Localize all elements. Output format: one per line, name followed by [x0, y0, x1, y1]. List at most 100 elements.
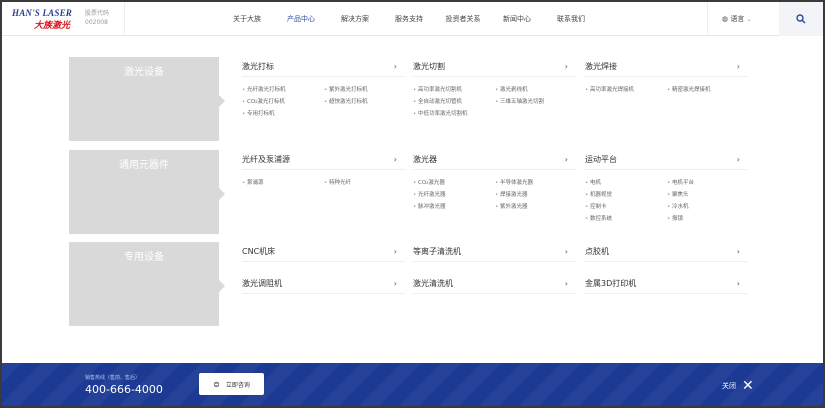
nav-item[interactable]: 解决方案 [328, 2, 382, 36]
product-link[interactable]: 特种光纤 [324, 179, 406, 188]
nav-item[interactable]: 服务支持 [382, 2, 436, 36]
nav-item[interactable]: 联系我们 [544, 2, 598, 36]
product-column: 激光器 › CO₂激光器半导体激光器光纤激光器焊接激光器脉冲激光器紫外激光器 [413, 150, 576, 212]
product-column: 金属3D打印机 › [585, 274, 748, 294]
product-link[interactable]: 光纤激光打标机 [242, 86, 324, 95]
nav-item[interactable]: 投资者关系 [436, 2, 490, 36]
product-link[interactable]: 电机平台 [667, 179, 749, 188]
product-link[interactable]: CO₂激光打标机 [242, 98, 324, 107]
category-row: 专用设备 CNC机床 › 等离子清洗机 › 点胶机 › 激光调阻机 › 激光清洗机 › 金属3D打印机… [69, 242, 749, 326]
product-link[interactable]: 焊接激光器 [495, 191, 577, 200]
column-header[interactable]: 点胶机 › [585, 242, 748, 262]
product-column: 点胶机 › [585, 242, 748, 271]
pointer-arrow [219, 188, 225, 200]
product-column: 激光清洗机 › [413, 274, 576, 294]
product-link[interactable]: 冷水机 [667, 203, 749, 212]
chat-icon: ⊜ [213, 379, 220, 389]
product-link[interactable]: 高功率激光焊接机 [585, 86, 667, 95]
divider [124, 2, 125, 36]
product-column: 运动平台 › 电机电机平台机器视觉聚焦头控制卡冷水机数控系统振镜 [585, 150, 748, 224]
product-link[interactable]: 振镜 [667, 215, 749, 224]
column-title: CNC机床 [242, 247, 276, 256]
main-nav: 关于大族 产品中心 解决方案 服务支持 投资者关系 新闻中心 联系我们 [220, 2, 598, 36]
product-link[interactable]: 电机 [585, 179, 667, 188]
product-link[interactable]: 激光剥线机 [495, 86, 577, 95]
product-link[interactable]: CO₂激光器 [413, 179, 495, 188]
column-title: 激光打标 [242, 62, 274, 71]
product-link[interactable]: 紫外激光打标机 [324, 86, 406, 95]
chevron-right-icon: › [564, 279, 568, 288]
column-header[interactable]: 激光器 › [413, 150, 576, 170]
product-link[interactable]: 半导体激光器 [495, 179, 577, 188]
product-link[interactable]: 光纤激光器 [413, 191, 495, 200]
consult-button[interactable]: ⊜ 立即咨询 [199, 373, 264, 395]
language-selector[interactable]: ◍ 语言 ⌄ [707, 2, 779, 36]
category-title: 专用设备 [124, 252, 164, 263]
product-link[interactable]: 紫外激光器 [495, 203, 577, 212]
close-button[interactable]: 关闭 ✕ [722, 378, 754, 394]
column-title: 激光清洗机 [413, 279, 453, 288]
chevron-right-icon: › [393, 279, 397, 288]
column-header[interactable]: 激光清洗机 › [413, 274, 576, 294]
column-title: 激光器 [413, 155, 437, 164]
chevron-right-icon: › [393, 247, 397, 256]
pointer-arrow [219, 95, 225, 107]
stock-info: 股票代码 002008 [85, 9, 109, 27]
product-link[interactable]: 数控系统 [585, 215, 667, 224]
category-image[interactable]: 激光设备 [69, 57, 225, 141]
category-image[interactable]: 通用元器件 [69, 150, 225, 234]
column-header[interactable]: 激光调阻机 › [242, 274, 405, 294]
product-column: 激光打标 › 光纤激光打标机紫外激光打标机CO₂激光打标机超快激光打标机专用打标机 [242, 57, 405, 119]
product-link[interactable]: 中低功率激光切割机 [413, 110, 495, 119]
product-link[interactable]: 机器视觉 [585, 191, 667, 200]
nav-item[interactable]: 关于大族 [220, 2, 274, 36]
product-column: 激光调阻机 › [242, 274, 405, 294]
product-link[interactable]: 泵浦源 [242, 179, 324, 188]
column-title: 等离子清洗机 [413, 247, 461, 256]
product-link[interactable]: 控制卡 [585, 203, 667, 212]
logo[interactable]: HAN'S LASER 大族激光 [12, 8, 82, 31]
product-link[interactable]: 脉冲激光器 [413, 203, 495, 212]
footer-bar: 销售热线（售前、售后） 400-666-4000 ⊜ 立即咨询 关闭 ✕ [2, 363, 823, 406]
nav-item[interactable]: 产品中心 [274, 2, 328, 36]
column-title: 激光切割 [413, 62, 445, 71]
column-header[interactable]: 激光焊接 › [585, 57, 748, 77]
chevron-right-icon: › [736, 62, 740, 71]
chevron-right-icon: › [564, 62, 568, 71]
product-link[interactable]: 三维五轴激光切割 [495, 98, 577, 107]
category-title: 激光设备 [124, 67, 164, 78]
product-link[interactable]: 超快激光打标机 [324, 98, 406, 107]
category-row: 激光设备 激光打标 › 光纤激光打标机紫外激光打标机CO₂激光打标机超快激光打标机专用… [69, 57, 749, 141]
column-header[interactable]: 运动平台 › [585, 150, 748, 170]
column-title: 运动平台 [585, 155, 617, 164]
product-link[interactable]: 精密激光焊接机 [667, 86, 749, 95]
column-header[interactable]: 等离子清洗机 › [413, 242, 576, 262]
column-title: 光纤及泵浦源 [242, 155, 290, 164]
product-column: 激光焊接 › 高功率激光焊接机精密激光焊接机 [585, 57, 748, 95]
product-column: 光纤及泵浦源 › 泵浦源特种光纤 [242, 150, 405, 188]
product-link[interactable]: 专用打标机 [242, 110, 324, 119]
product-link[interactable]: 全自动激光切管机 [413, 98, 495, 107]
close-icon: ✕ [742, 378, 754, 394]
nav-item[interactable]: 新闻中心 [490, 2, 544, 36]
product-column: 激光切割 › 高功率激光切割机激光剥线机全自动激光切管机三维五轴激光切割中低功率激光… [413, 57, 576, 119]
search-icon [796, 14, 806, 24]
product-link[interactable]: 高功率激光切割机 [413, 86, 495, 95]
chevron-right-icon: › [564, 247, 568, 256]
column-title: 金属3D打印机 [585, 279, 637, 288]
header: HAN'S LASER 大族激光 股票代码 002008 关于大族 产品中心 解决方… [2, 2, 823, 36]
column-header[interactable]: 金属3D打印机 › [585, 274, 748, 294]
logo-en: HAN'S LASER [12, 8, 72, 18]
product-column: 等离子清洗机 › [413, 242, 576, 271]
column-header[interactable]: 激光打标 › [242, 57, 405, 77]
search-button[interactable] [779, 2, 823, 36]
column-header[interactable]: 激光切割 › [413, 57, 576, 77]
product-link[interactable]: 聚焦头 [667, 191, 749, 200]
column-header[interactable]: 光纤及泵浦源 › [242, 150, 405, 170]
hotline-label: 销售热线（售前、售后） [85, 375, 141, 381]
category-image[interactable]: 专用设备 [69, 242, 225, 326]
page: HAN'S LASER 大族激光 股票代码 002008 关于大族 产品中心 解决方… [2, 2, 823, 406]
hotline-phone: 400-666-4000 [85, 383, 163, 396]
consult-label: 立即咨询 [225, 381, 250, 389]
column-header[interactable]: CNC机床 › [242, 242, 405, 262]
